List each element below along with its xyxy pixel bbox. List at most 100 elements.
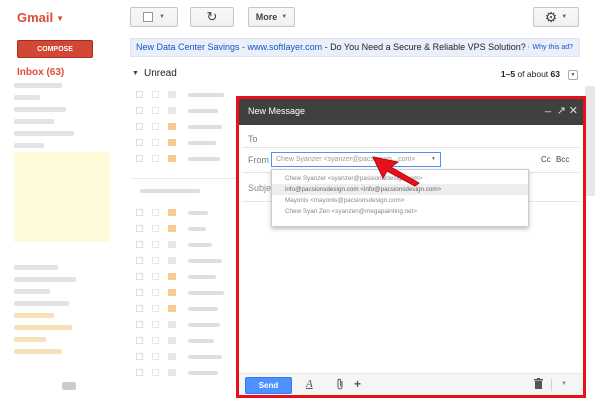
- importance-icon[interactable]: [168, 123, 176, 130]
- minimize-icon[interactable]: _: [545, 101, 551, 113]
- table-row[interactable]: [130, 318, 238, 332]
- sidebar-item[interactable]: [14, 337, 46, 342]
- table-row[interactable]: [130, 104, 238, 118]
- section-title[interactable]: Unread: [144, 68, 177, 79]
- star-icon[interactable]: [152, 139, 159, 146]
- table-row[interactable]: [130, 350, 238, 364]
- compose-titlebar[interactable]: New Message _ ↗ ✕: [239, 99, 583, 125]
- importance-icon[interactable]: [168, 225, 176, 232]
- row-checkbox[interactable]: [136, 241, 143, 248]
- importance-icon[interactable]: [168, 241, 176, 248]
- table-row[interactable]: [130, 152, 238, 166]
- subject-field[interactable]: Subje: [248, 183, 271, 193]
- row-checkbox[interactable]: [136, 321, 143, 328]
- importance-icon[interactable]: [168, 305, 176, 312]
- star-icon[interactable]: [152, 273, 159, 280]
- from-option[interactable]: Chew Syan Zen <syanzen@megapainting.net>: [272, 206, 528, 217]
- table-row[interactable]: [130, 334, 238, 348]
- sidebar-item[interactable]: [14, 325, 72, 330]
- paperclip-icon[interactable]: [336, 378, 344, 393]
- scrollbar[interactable]: [585, 86, 595, 196]
- star-icon[interactable]: [152, 209, 159, 216]
- star-icon[interactable]: [152, 155, 159, 162]
- table-row[interactable]: [130, 206, 238, 220]
- sidebar-item-inbox[interactable]: Inbox (63): [17, 67, 64, 78]
- close-icon[interactable]: ✕: [569, 104, 578, 117]
- section-header-blurred[interactable]: [130, 184, 238, 198]
- table-row[interactable]: [130, 302, 238, 316]
- compose-button[interactable]: COMPOSE: [17, 40, 93, 58]
- sidebar-item[interactable]: [14, 107, 66, 112]
- importance-icon[interactable]: [168, 91, 176, 98]
- bcc-link[interactable]: Bcc: [556, 155, 569, 164]
- chat-icon[interactable]: [62, 382, 76, 390]
- gmail-logo[interactable]: Gmail ▼: [17, 10, 64, 25]
- row-checkbox[interactable]: [136, 123, 143, 130]
- row-checkbox[interactable]: [136, 289, 143, 296]
- importance-icon[interactable]: [168, 107, 176, 114]
- ad-link[interactable]: New Data Center Savings - www.softlayer.…: [136, 42, 322, 52]
- importance-icon[interactable]: [168, 155, 176, 162]
- star-icon[interactable]: [152, 337, 159, 344]
- importance-icon[interactable]: [168, 273, 176, 280]
- importance-icon[interactable]: [168, 337, 176, 344]
- row-checkbox[interactable]: [136, 107, 143, 114]
- sidebar-item[interactable]: [14, 95, 40, 100]
- format-text-icon[interactable]: A: [306, 378, 313, 390]
- popout-icon[interactable]: ↗: [557, 104, 566, 117]
- star-icon[interactable]: [152, 369, 159, 376]
- importance-icon[interactable]: [168, 321, 176, 328]
- row-checkbox[interactable]: [136, 225, 143, 232]
- star-icon[interactable]: [152, 107, 159, 114]
- sidebar-item[interactable]: [14, 301, 69, 306]
- from-option[interactable]: Mayonis <mayonis@pacsionsdesign.com>: [272, 195, 528, 206]
- row-checkbox[interactable]: [136, 257, 143, 264]
- table-row[interactable]: [130, 366, 238, 380]
- cc-link[interactable]: Cc: [541, 155, 551, 164]
- table-row[interactable]: [130, 286, 238, 300]
- table-row[interactable]: [130, 238, 238, 252]
- row-checkbox[interactable]: [136, 273, 143, 280]
- trash-icon[interactable]: [534, 378, 543, 392]
- sidebar-item[interactable]: [14, 119, 54, 124]
- sidebar-item[interactable]: [14, 313, 54, 318]
- section-options-icon[interactable]: ▼: [568, 70, 578, 80]
- row-checkbox[interactable]: [136, 305, 143, 312]
- more-options-icon[interactable]: ▼: [561, 381, 567, 387]
- star-icon[interactable]: [152, 289, 159, 296]
- sidebar-item[interactable]: [14, 143, 44, 148]
- star-icon[interactable]: [152, 257, 159, 264]
- importance-icon[interactable]: [168, 209, 176, 216]
- importance-icon[interactable]: [168, 353, 176, 360]
- star-icon[interactable]: [152, 91, 159, 98]
- sidebar-item[interactable]: [14, 83, 62, 88]
- star-icon[interactable]: [152, 225, 159, 232]
- to-label[interactable]: To: [248, 134, 258, 144]
- more-button[interactable]: More ▼: [248, 7, 295, 27]
- row-checkbox[interactable]: [136, 155, 143, 162]
- row-checkbox[interactable]: [136, 209, 143, 216]
- sidebar-item[interactable]: [14, 277, 76, 282]
- importance-icon[interactable]: [168, 289, 176, 296]
- sidebar-item[interactable]: [14, 349, 62, 354]
- star-icon[interactable]: [152, 305, 159, 312]
- row-checkbox[interactable]: [136, 369, 143, 376]
- star-icon[interactable]: [152, 353, 159, 360]
- sidebar-item[interactable]: [14, 265, 58, 270]
- plus-icon[interactable]: +: [354, 377, 361, 391]
- table-row[interactable]: [130, 136, 238, 150]
- table-row[interactable]: [130, 222, 238, 236]
- importance-icon[interactable]: [168, 257, 176, 264]
- refresh-button[interactable]: ↻: [190, 7, 234, 27]
- star-icon[interactable]: [152, 123, 159, 130]
- why-this-ad-link[interactable]: Why this ad?: [528, 39, 573, 56]
- sidebar-item[interactable]: [14, 131, 74, 136]
- table-row[interactable]: [130, 88, 238, 102]
- table-row[interactable]: [130, 270, 238, 284]
- row-checkbox[interactable]: [136, 91, 143, 98]
- row-checkbox[interactable]: [136, 353, 143, 360]
- select-all-button[interactable]: ▼: [130, 7, 178, 27]
- row-checkbox[interactable]: [136, 139, 143, 146]
- sidebar-item[interactable]: [14, 289, 50, 294]
- send-button[interactable]: Send: [245, 377, 292, 394]
